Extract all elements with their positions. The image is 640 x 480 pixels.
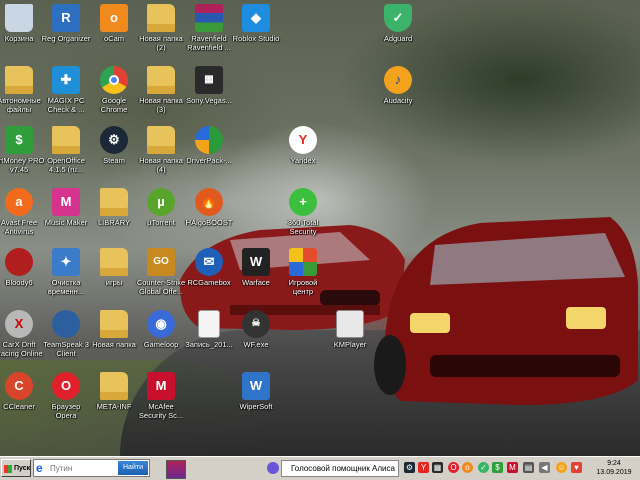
desktop-icon-label: Игровой центр [288,278,318,296]
folder-icon [147,4,175,32]
mcafee-tray-icon[interactable]: M [507,462,518,473]
taskbar: Пуск e Найти Голосовой помощник Алиса ⚙ … [0,456,640,480]
desktop-icon-kmplayer[interactable]: KMPlayer [320,306,380,349]
artmoney-tray-icon[interactable]: $ [492,462,503,473]
audacity-icon: ♪ [384,66,412,94]
steam-icon: ⚙ [100,126,128,154]
desktop-icon-360-security[interactable]: + 360 Total Security [273,184,333,236]
internet-explorer-icon: e [36,461,43,475]
desktop-icon-wipersoft[interactable]: W WiperSoft [226,368,286,411]
music-maker-icon: M [52,188,80,216]
volume-tray-icon[interactable]: ◀ [539,462,550,473]
winrar-icon [195,4,223,32]
desktop-icon-label: DriverPack-... [186,156,232,165]
clock-date: 13.09.2019 [596,469,632,476]
cleanup-icon: ✦ [52,248,80,276]
boost-icon: 🔥 [195,188,223,216]
kmplayer-icon [336,310,364,338]
taskbar-winrar-button[interactable] [166,460,186,479]
desktop-icon-label: 360 Total Security [287,218,319,236]
roblox-studio-icon: ◆ [242,4,270,32]
carx-icon: X [5,310,33,338]
adguard-tray-icon[interactable]: ✓ [478,462,489,473]
search-input[interactable] [50,462,110,474]
warface-icon: W [242,248,270,276]
csgo-icon: GO [147,248,175,276]
teamspeak-icon [52,310,80,338]
game-center-icon [289,248,317,276]
desktop-icon-label: Sony.Vegas... [186,96,232,105]
document-icon [198,310,220,338]
gameloop-icon: ◉ [147,310,175,338]
desktop-icon-adguard[interactable]: ✓ Adguard [368,0,428,43]
desktop-icon-roblox-studio[interactable]: ◆ Roblox Studio [226,0,286,43]
voice-assistant-field[interactable]: Голосовой помощник Алиса [281,460,399,477]
mcafee-icon: M [147,372,175,400]
desktop-icon-halgoboost[interactable]: 🔥 HAlgoBOOST [179,184,239,227]
desktop-icon-label: Adguard [383,34,413,43]
system-clock[interactable]: 9:24 13.09.2019 [590,459,638,477]
magix-icon: ✚ [52,66,80,94]
start-label: Пуск [14,465,31,472]
360-security-icon: + [289,188,317,216]
desktop: Корзина Автономные файлы $ ArtMoney PRO … [0,0,640,456]
folder-icon [147,66,175,94]
folder-icon [147,126,175,154]
steam-tray-icon[interactable]: ⚙ [404,462,415,473]
recycle-bin-icon [5,4,33,32]
desktop-icon-sony-vegas[interactable]: ▦ Sony.Vegas... [179,62,239,105]
ocam-tray-icon[interactable]: o [462,462,473,473]
yandex-tray-icon[interactable]: Y [418,462,429,473]
wipersoft-icon: W [242,372,270,400]
desktop-icon-yandex[interactable]: Y Yandex [273,122,333,165]
folder-icon [100,372,128,400]
chrome-icon [100,66,128,94]
ccleaner-icon: C [5,372,33,400]
folder-icon [52,126,80,154]
start-button[interactable]: Пуск [1,459,31,477]
bloody-icon [5,248,33,276]
desktop-icon-label: KMPlayer [333,340,367,349]
notification-tray-icon[interactable]: ☺ [556,462,567,473]
clock-time: 9:24 [607,460,621,467]
desktop-icon-label: Roblox Studio [232,34,280,43]
opera-tray-icon[interactable]: O [448,462,459,473]
desktop-icon-label: Audacity [383,96,413,105]
opera-icon: O [52,372,80,400]
driverpack-icon [195,126,223,154]
security-tray-icon[interactable]: ♥ [571,462,582,473]
avast-icon: a [5,188,33,216]
desktop-icon-label: McAfee Security Sc... [138,402,184,420]
desktop-icon-label: WF.exe [243,340,269,349]
network-tray-icon[interactable]: ▤ [523,462,534,473]
desktop-icon-label: WiperSoft [239,402,273,411]
rcgamebox-icon: ✉ [195,248,223,276]
vegas-icon: ▦ [195,66,223,94]
desktop-icon-driverpack[interactable]: DriverPack-... [179,122,239,165]
taskbar-voice-assistant-icon[interactable] [263,460,283,477]
search-button[interactable]: Найти [118,461,148,475]
search-box: e Найти [33,459,150,477]
folder-icon [100,188,128,216]
vegas-tray-icon[interactable]: ▦ [432,462,443,473]
reg-organizer-icon: R [52,4,80,32]
desktop-icon-audacity[interactable]: ♪ Audacity [368,62,428,105]
yandex-icon: Y [289,126,317,154]
desktop-icon-game-center[interactable]: Игровой центр [273,244,333,296]
desktop-icon-mcafee[interactable]: M McAfee Security Sc... [131,368,191,420]
folder-icon [100,310,128,338]
windows-flag-icon [4,465,12,473]
folder-icon [100,248,128,276]
folder-icon [5,66,33,94]
desktop-icon-label: Yandex [290,156,316,165]
desktop-icon-wf-exe[interactable]: ☠ WF.exe [226,306,286,349]
utorrent-icon: µ [147,188,175,216]
ocam-icon: o [100,4,128,32]
artmoney-icon: $ [5,126,33,154]
adguard-icon: ✓ [384,4,412,32]
wallpaper-car-right [374,217,638,405]
wf-exe-icon: ☠ [242,310,270,338]
desktop-icon-label: HAlgoBOOST [185,218,233,227]
